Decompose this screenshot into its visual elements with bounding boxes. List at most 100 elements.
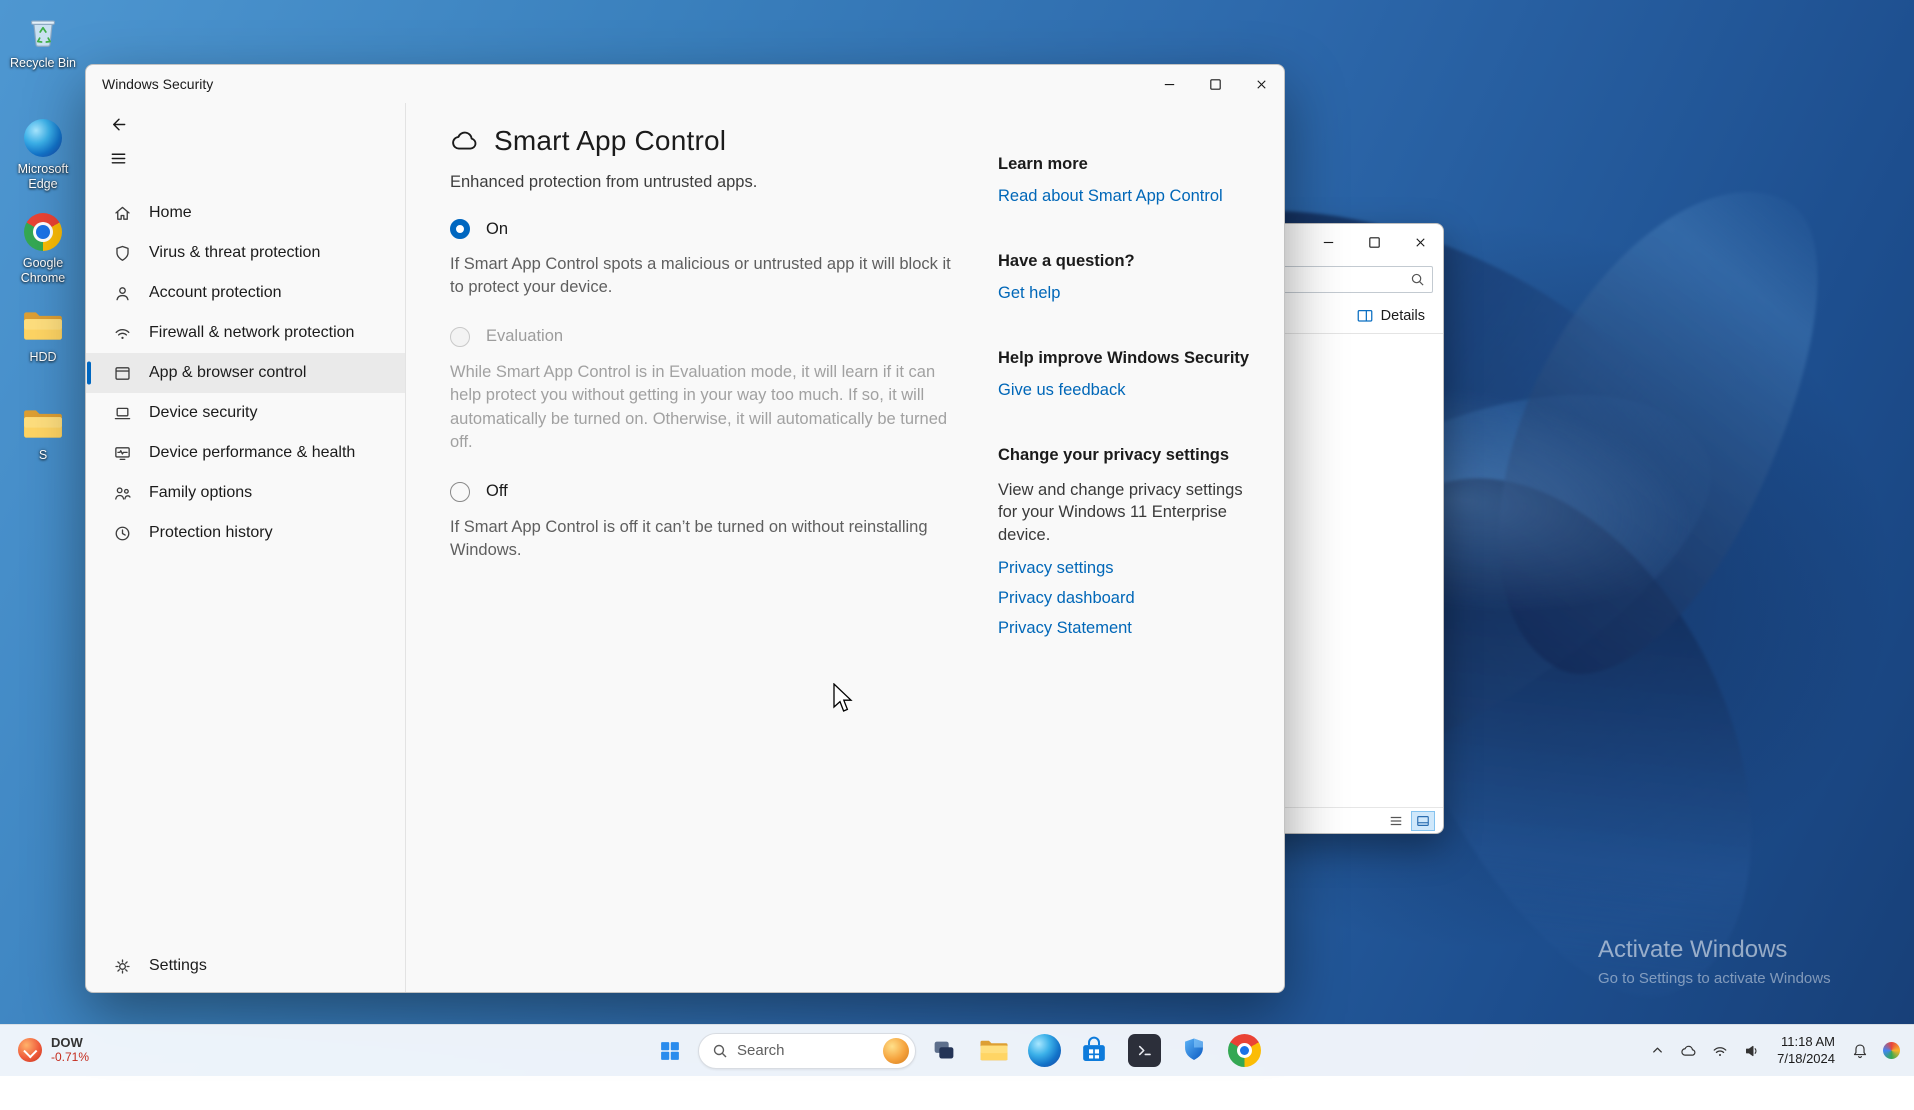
widgets-button[interactable]: DOW -0.71%: [8, 1032, 99, 1069]
security-titlebar[interactable]: Windows Security: [86, 65, 1284, 103]
tray-overflow-button[interactable]: [1644, 1031, 1671, 1071]
clock-tray-button[interactable]: 11:18 AM 7/18/2024: [1769, 1031, 1843, 1071]
sidebar-item-account-protection[interactable]: Account protection: [86, 273, 405, 313]
chrome-button[interactable]: [1222, 1029, 1266, 1073]
sidebar-item-label: Device performance & health: [149, 444, 355, 462]
tray-app-color-icon: [1883, 1042, 1900, 1059]
smart-app-control-panel: Smart App Control Enhanced protection fr…: [406, 103, 998, 992]
privacy-statement-link[interactable]: Privacy Statement: [998, 619, 1280, 638]
privacy-settings-link[interactable]: Privacy settings: [998, 559, 1280, 578]
wifi-icon: [1711, 1042, 1729, 1060]
page-subtitle: Enhanced protection from untrusted apps.: [450, 173, 958, 192]
file-explorer-button[interactable]: [972, 1029, 1016, 1073]
help-panel: Learn more Read about Smart App Control …: [998, 103, 1280, 992]
tray-app-button[interactable]: [1877, 1031, 1906, 1071]
desktop-icon-label: HDD: [29, 350, 56, 365]
chrome-icon: [21, 212, 65, 252]
get-help-link[interactable]: Get help: [998, 284, 1280, 303]
chrome-icon: [1228, 1034, 1261, 1067]
option-evaluation: Evaluation While Smart App Control is in…: [450, 327, 958, 455]
explorer-maximize-button[interactable]: [1351, 224, 1397, 260]
stocks-widget-icon: [18, 1038, 42, 1062]
explorer-close-button[interactable]: [1397, 224, 1443, 260]
section-heading: Change your privacy settings: [998, 446, 1280, 465]
laptop-icon: [113, 404, 132, 423]
edge-button[interactable]: [1022, 1029, 1066, 1073]
privacy-description: View and change privacy settings for you…: [998, 479, 1246, 546]
sidebar-item-home[interactable]: Home: [86, 193, 405, 233]
thumbnail-view-button[interactable]: [1411, 811, 1435, 831]
watermark-title: Activate Windows: [1598, 936, 1831, 964]
security-shield-icon: [1180, 1036, 1208, 1066]
sidebar-item-family-options[interactable]: Family options: [86, 473, 405, 513]
radio-off[interactable]: [450, 482, 470, 502]
sidebar-item-protection-history[interactable]: Protection history: [86, 513, 405, 553]
privacy-dashboard-link[interactable]: Privacy dashboard: [998, 589, 1280, 608]
desktop-icon-microsoft-edge[interactable]: Microsoft Edge: [4, 118, 82, 192]
widget-change: -0.71%: [51, 1051, 89, 1065]
learn-more-section: Learn more Read about Smart App Control: [998, 155, 1280, 206]
terminal-icon: [1128, 1034, 1161, 1067]
minimize-button[interactable]: [1146, 66, 1192, 102]
menu-button[interactable]: [98, 141, 138, 175]
task-view-button[interactable]: [922, 1029, 966, 1073]
explorer-details-button[interactable]: Details: [1381, 308, 1425, 324]
option-on: On If Smart App Control spots a maliciou…: [450, 219, 958, 300]
notifications-button[interactable]: [1845, 1031, 1875, 1071]
terminal-button[interactable]: [1122, 1029, 1166, 1073]
sidebar-nav: Home Virus & threat protection Account p…: [86, 193, 405, 553]
taskbar-search-box[interactable]: Search: [698, 1033, 916, 1069]
explorer-minimize-button[interactable]: [1305, 224, 1351, 260]
onedrive-tray-button[interactable]: [1673, 1031, 1703, 1071]
start-button[interactable]: [648, 1029, 692, 1073]
network-tray-button[interactable]: [1705, 1031, 1735, 1071]
sidebar-item-device-security[interactable]: Device security: [86, 393, 405, 433]
desktop-icon-google-chrome[interactable]: Google Chrome: [4, 212, 82, 286]
desktop-icon-label: Recycle Bin: [10, 56, 76, 71]
desktop-icon-hdd-folder[interactable]: HDD: [4, 306, 82, 365]
list-view-button[interactable]: [1384, 811, 1408, 831]
give-us-feedback-link[interactable]: Give us feedback: [998, 381, 1280, 400]
close-button[interactable]: [1238, 66, 1284, 102]
folder-icon: [21, 306, 65, 346]
security-sidebar: Home Virus & threat protection Account p…: [86, 103, 406, 992]
windows-security-window[interactable]: Windows Security Home: [85, 64, 1285, 993]
store-icon: [1079, 1036, 1109, 1066]
folder-icon: [21, 404, 65, 444]
search-icon: [712, 1043, 728, 1059]
file-explorer-icon: [979, 1037, 1009, 1064]
back-button[interactable]: [98, 107, 138, 141]
desktop-icon-recycle-bin[interactable]: Recycle Bin: [4, 12, 82, 71]
microsoft-store-button[interactable]: [1072, 1029, 1116, 1073]
sidebar-item-firewall-network-protection[interactable]: Firewall & network protection: [86, 313, 405, 353]
windows-security-button[interactable]: [1172, 1029, 1216, 1073]
recycle-bin-icon: [21, 12, 65, 52]
details-pane-icon: [1356, 307, 1374, 325]
explorer-search-box[interactable]: ds: [1261, 266, 1433, 293]
page-title: Smart App Control: [494, 125, 726, 157]
sidebar-item-virus-threat-protection[interactable]: Virus & threat protection: [86, 233, 405, 273]
sidebar-item-app-browser-control[interactable]: App & browser control: [86, 353, 405, 393]
radio-on[interactable]: [450, 219, 470, 239]
gear-icon: [113, 957, 132, 976]
sidebar-item-device-performance-health[interactable]: Device performance & health: [86, 433, 405, 473]
sidebar-item-label: Settings: [149, 957, 207, 975]
search-icon[interactable]: [1410, 272, 1425, 287]
desktop-icon-s-folder[interactable]: S: [4, 404, 82, 463]
chevron-up-icon: [1650, 1043, 1665, 1058]
sidebar-item-label: App & browser control: [149, 364, 306, 382]
radio-evaluation: [450, 327, 470, 347]
read-about-smart-app-control-link[interactable]: Read about Smart App Control: [998, 187, 1280, 206]
tray-date: 7/18/2024: [1777, 1051, 1835, 1068]
bell-icon: [1851, 1042, 1869, 1060]
speaker-icon: [1743, 1042, 1761, 1060]
section-heading: Have a question?: [998, 252, 1280, 271]
hamburger-icon: [109, 149, 128, 168]
home-icon: [113, 204, 132, 223]
onedrive-cloud-icon: [1679, 1042, 1697, 1060]
maximize-button[interactable]: [1192, 66, 1238, 102]
sidebar-item-settings[interactable]: Settings: [86, 946, 405, 986]
desktop-icon-label: Microsoft Edge: [4, 162, 82, 192]
volume-tray-button[interactable]: [1737, 1031, 1767, 1071]
option-description: While Smart App Control is in Evaluation…: [450, 361, 952, 455]
